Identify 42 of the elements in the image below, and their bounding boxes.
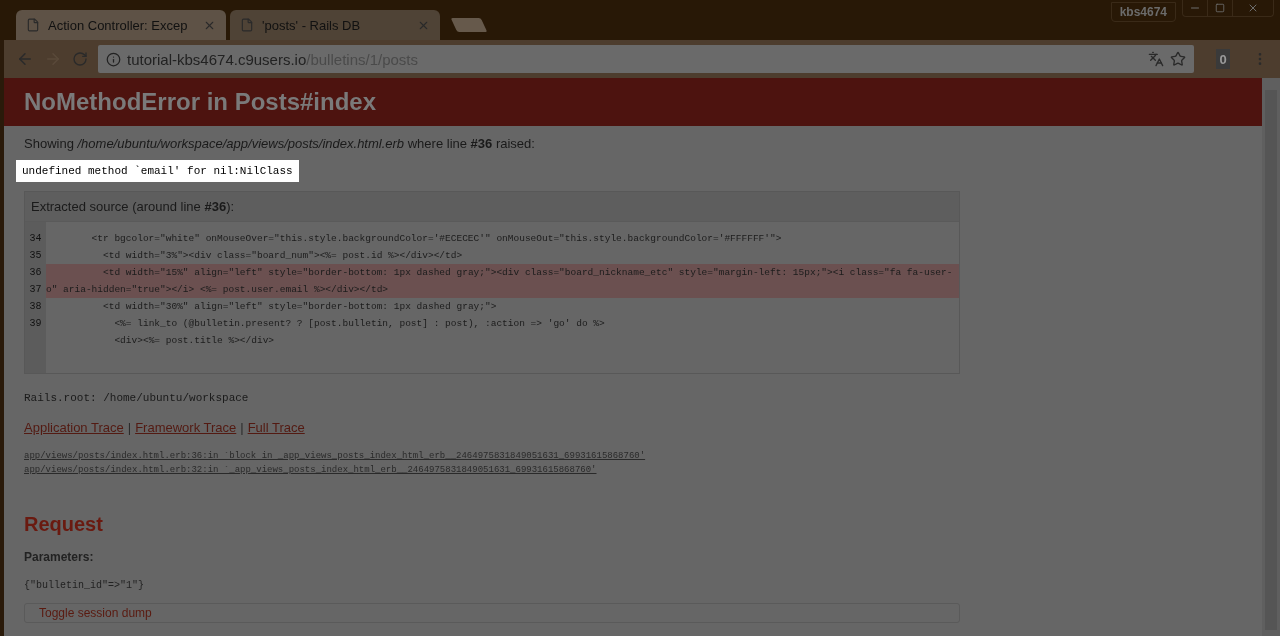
source-heading: Extracted source (around line #36): (25, 192, 959, 222)
code-line: <tr bgcolor="white" onMouseOver="this.style.backgroundColor='#ECECEC'" onMouseOut="this.style.backgroundColor='#FFFFFF'"> (90, 232, 783, 246)
maximize-icon (1215, 3, 1225, 13)
browser-tab[interactable]: 'posts' - Rails DB (230, 10, 440, 40)
page-icon (240, 18, 254, 32)
parameters-label: Parameters: (24, 550, 95, 564)
session-dump-toggle[interactable]: Toggle session dump (24, 603, 960, 623)
extension-button[interactable]: 0 (1216, 49, 1230, 69)
trace-line[interactable]: app/views/posts/index.html.erb:32:in `_app_views_posts_index_html_erb__2464975831849051631_69931615868760' (24, 465, 960, 475)
profile-button[interactable]: kbs4674 (1110, 2, 1176, 22)
separator: | (240, 420, 244, 435)
code-line: <td width="3%"><div class="board_num"><%= post.id %></div></td> (102, 249, 464, 263)
close-icon (1247, 2, 1259, 14)
trace-link[interactable]: Framework Trace (135, 420, 237, 435)
section-heading: Request (24, 513, 104, 536)
line-number: 34 (28, 232, 43, 246)
line-number: 37 (28, 283, 43, 297)
line-number: 39 (28, 317, 43, 331)
error-location: Showing /home/ubuntu/workspace/app/views/posts/index.html.erb where line #36 raised: (24, 136, 536, 151)
translate-icon[interactable] (1148, 51, 1164, 67)
code-line: <td width="30%" align="left" style="border-bottom: 1px dashed gray;"> (102, 300, 498, 314)
parameters-value: {"bulletin_id"=>"1"} (24, 580, 146, 591)
reload-icon[interactable] (72, 51, 88, 67)
star-icon[interactable] (1170, 51, 1186, 67)
page-icon (26, 18, 40, 32)
browser-tab[interactable]: Action Controller: Excep (16, 10, 226, 40)
trace-link[interactable]: Application Trace (24, 420, 124, 435)
code-line: <%= link_to (@bulletin.present? ? [post.bulletin, post] : post), :action => 'go' do %> (113, 317, 606, 331)
new-tab-button[interactable] (450, 18, 488, 32)
rails-root: Rails.root: /home/ubuntu/workspace (24, 392, 250, 404)
line-number: 38 (28, 300, 43, 314)
separator: | (127, 420, 132, 435)
info-icon[interactable] (106, 51, 121, 67)
line-number: 36 (28, 266, 43, 280)
back-icon[interactable] (16, 50, 34, 68)
error-message: undefined method `email' for nil:NilClass (16, 160, 299, 182)
error-title: NoMethodError in Posts#index (4, 78, 1262, 126)
line-number: 35 (28, 249, 43, 263)
code-line: <div><%= post.title %></div> (113, 334, 276, 348)
trace-line[interactable]: app/views/posts/index.html.erb:36:in `block in _app_views_posts_index_html_erb__2464975831849051631_69931615868760' (24, 451, 960, 461)
scrollbar[interactable] (1262, 78, 1280, 636)
trace-link[interactable]: Full Trace (247, 420, 305, 435)
